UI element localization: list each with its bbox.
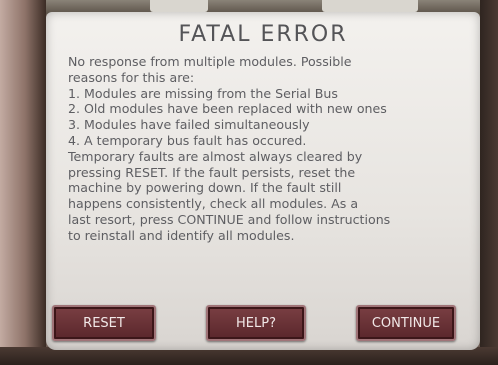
message-line: 1. Modules are missing from the Serial B… (68, 85, 338, 101)
continue-button[interactable]: CONTINUE (356, 305, 456, 341)
error-dialog: FATAL ERROR No response from multiple mo… (46, 12, 480, 350)
message-line: pressing RESET. If the fault persists, r… (68, 164, 356, 180)
message-line: machine by powering down. If the fault s… (68, 180, 342, 196)
message-line: 3. Modules have failed simultaneously (68, 117, 310, 133)
dialog-title: FATAL ERROR (178, 22, 348, 47)
message-line: 4. A temporary bus fault has occured. (68, 132, 307, 148)
device-bezel-right (480, 0, 498, 365)
message-line: reasons for this are: (68, 69, 195, 85)
device-bezel-left (0, 0, 46, 365)
message-line: Temporary faults are almost always clear… (68, 148, 363, 164)
message-line: to reinstall and identify all modules. (68, 227, 295, 243)
button-bar: RESET HELP? CONTINUE (52, 302, 456, 344)
top-tab (150, 0, 208, 12)
error-message: No response from multiple modules. Possi… (68, 54, 476, 244)
reset-button[interactable]: RESET (52, 305, 156, 341)
message-line: happens consistently, check all modules.… (68, 196, 359, 212)
help-button[interactable]: HELP? (206, 305, 306, 341)
top-tab (322, 0, 418, 12)
message-line: last resort, press CONTINUE and follow i… (68, 211, 391, 227)
message-line: 2. Old modules have been replaced with n… (68, 101, 387, 117)
message-line: No response from multiple modules. Possi… (68, 54, 352, 69)
